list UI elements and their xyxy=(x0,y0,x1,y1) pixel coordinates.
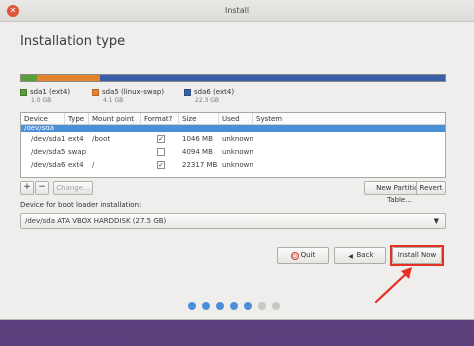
type-cell: ext4 xyxy=(68,134,84,143)
progress-dot xyxy=(244,302,252,310)
progress-dots xyxy=(188,302,286,310)
progress-dot xyxy=(216,302,224,310)
column-header[interactable]: System xyxy=(253,113,445,124)
column-header[interactable]: Format? xyxy=(141,113,179,124)
device-cell: /dev/sda6 xyxy=(31,160,65,169)
close-icon[interactable]: ✕ xyxy=(7,5,19,17)
back-arrow-icon: ◀ xyxy=(348,253,353,260)
used-cell: unknown xyxy=(222,160,253,169)
legend-size: 1.0 GB xyxy=(31,97,52,104)
size-cell: 1046 MB xyxy=(182,134,213,143)
column-header[interactable]: Size xyxy=(179,113,219,124)
legend-name: sda1 (ext4) xyxy=(30,88,71,96)
legend-name: sda6 (ext4) xyxy=(194,88,235,96)
legend-swatch xyxy=(184,88,191,96)
legend-item-sda5: sda5 (linux-swap) 4.1 GB xyxy=(92,88,184,104)
format-checkbox[interactable]: ✓ xyxy=(157,134,165,143)
used-cell: unknown xyxy=(222,147,253,156)
used-cell: unknown xyxy=(222,134,253,143)
legend-swatch xyxy=(20,88,27,96)
size-cell: 22317 MB xyxy=(182,160,218,169)
dropdown-arrow-icon: ▼ xyxy=(433,217,439,225)
boot-loader-select[interactable]: /dev/sda ATA VBOX HARDDISK (27.5 GB) ▼ xyxy=(20,213,446,229)
window-title: Install xyxy=(224,6,250,15)
mount-cell: /boot xyxy=(92,134,111,143)
add-partition-button[interactable]: + xyxy=(20,181,34,195)
disk-legend: sda1 (ext4) 1.0 GB sda5 (linux-swap) 4.1… xyxy=(20,88,256,104)
annotation-arrow-icon xyxy=(374,267,412,304)
table-row[interactable]: /dev/sda5 swap 4094 MB unknown xyxy=(21,145,445,158)
legend-name: sda5 (linux-swap) xyxy=(102,88,165,96)
format-cell: ✓ xyxy=(141,160,179,169)
legend-item-sda1: sda1 (ext4) 1.0 GB xyxy=(20,88,92,104)
table-row-selected[interactable]: /dev/sda xyxy=(21,125,445,132)
disk-segment-sda1 xyxy=(21,75,38,81)
change-partition-button[interactable]: Change... xyxy=(53,181,93,195)
progress-dot xyxy=(188,302,196,310)
desktop-background xyxy=(0,320,474,346)
column-header[interactable]: Used xyxy=(219,113,253,124)
table-row[interactable]: /dev/sda6 ext4 / ✓ 22317 MB unknown xyxy=(21,158,445,171)
legend-item-sda6: sda6 (ext4) 22.3 GB xyxy=(184,88,256,104)
mount-cell: / xyxy=(92,160,95,169)
legend-swatch xyxy=(92,88,99,96)
back-label: Back xyxy=(356,251,374,259)
quit-button[interactable]: ⏻ Quit xyxy=(277,247,329,264)
page-title: Installation type xyxy=(20,34,126,49)
disk-segment-sda5 xyxy=(37,75,101,81)
legend-size: 4.1 GB xyxy=(103,97,124,104)
quit-icon: ⏻ xyxy=(290,252,299,260)
progress-dot xyxy=(230,302,238,310)
partition-table[interactable]: Device Type Mount point Format? Size Use… xyxy=(20,112,446,178)
column-header[interactable]: Type xyxy=(65,113,89,124)
table-row[interactable]: /dev/sda1 ext4 /boot ✓ 1046 MB unknown xyxy=(21,132,445,145)
quit-label: Quit xyxy=(300,251,316,259)
partition-toolbar: + − Change... New Partition Table... Rev… xyxy=(20,181,446,204)
size-cell: 4094 MB xyxy=(182,147,213,156)
device-cell: /dev/sda xyxy=(24,126,54,131)
table-header: Device Type Mount point Format? Size Use… xyxy=(21,113,445,125)
installer-window: ✕ Install Installation type sda1 (ext4) … xyxy=(0,0,474,320)
boot-loader-label: Device for boot loader installation: xyxy=(20,201,142,209)
legend-size: 22.3 GB xyxy=(195,97,220,104)
revert-button[interactable]: Revert xyxy=(416,181,446,195)
column-header[interactable]: Device xyxy=(21,113,65,124)
boot-loader-value: /dev/sda ATA VBOX HARDDISK (27.5 GB) xyxy=(25,217,167,225)
column-header[interactable]: Mount point xyxy=(89,113,141,124)
disk-segment-sda6 xyxy=(100,75,445,81)
progress-dot xyxy=(258,302,266,310)
type-cell: ext4 xyxy=(68,160,84,169)
type-cell: swap xyxy=(68,147,87,156)
format-cell: ✓ xyxy=(141,134,179,143)
device-cell: /dev/sda5 xyxy=(31,147,65,156)
format-cell xyxy=(141,147,179,156)
disk-usage-bar xyxy=(20,74,446,82)
format-checkbox[interactable]: ✓ xyxy=(157,160,165,169)
title-bar: ✕ Install xyxy=(0,0,474,22)
progress-dot xyxy=(272,302,280,310)
device-cell: /dev/sda1 xyxy=(31,134,65,143)
remove-partition-button[interactable]: − xyxy=(35,181,49,195)
progress-dot xyxy=(202,302,210,310)
format-checkbox[interactable] xyxy=(157,147,165,156)
